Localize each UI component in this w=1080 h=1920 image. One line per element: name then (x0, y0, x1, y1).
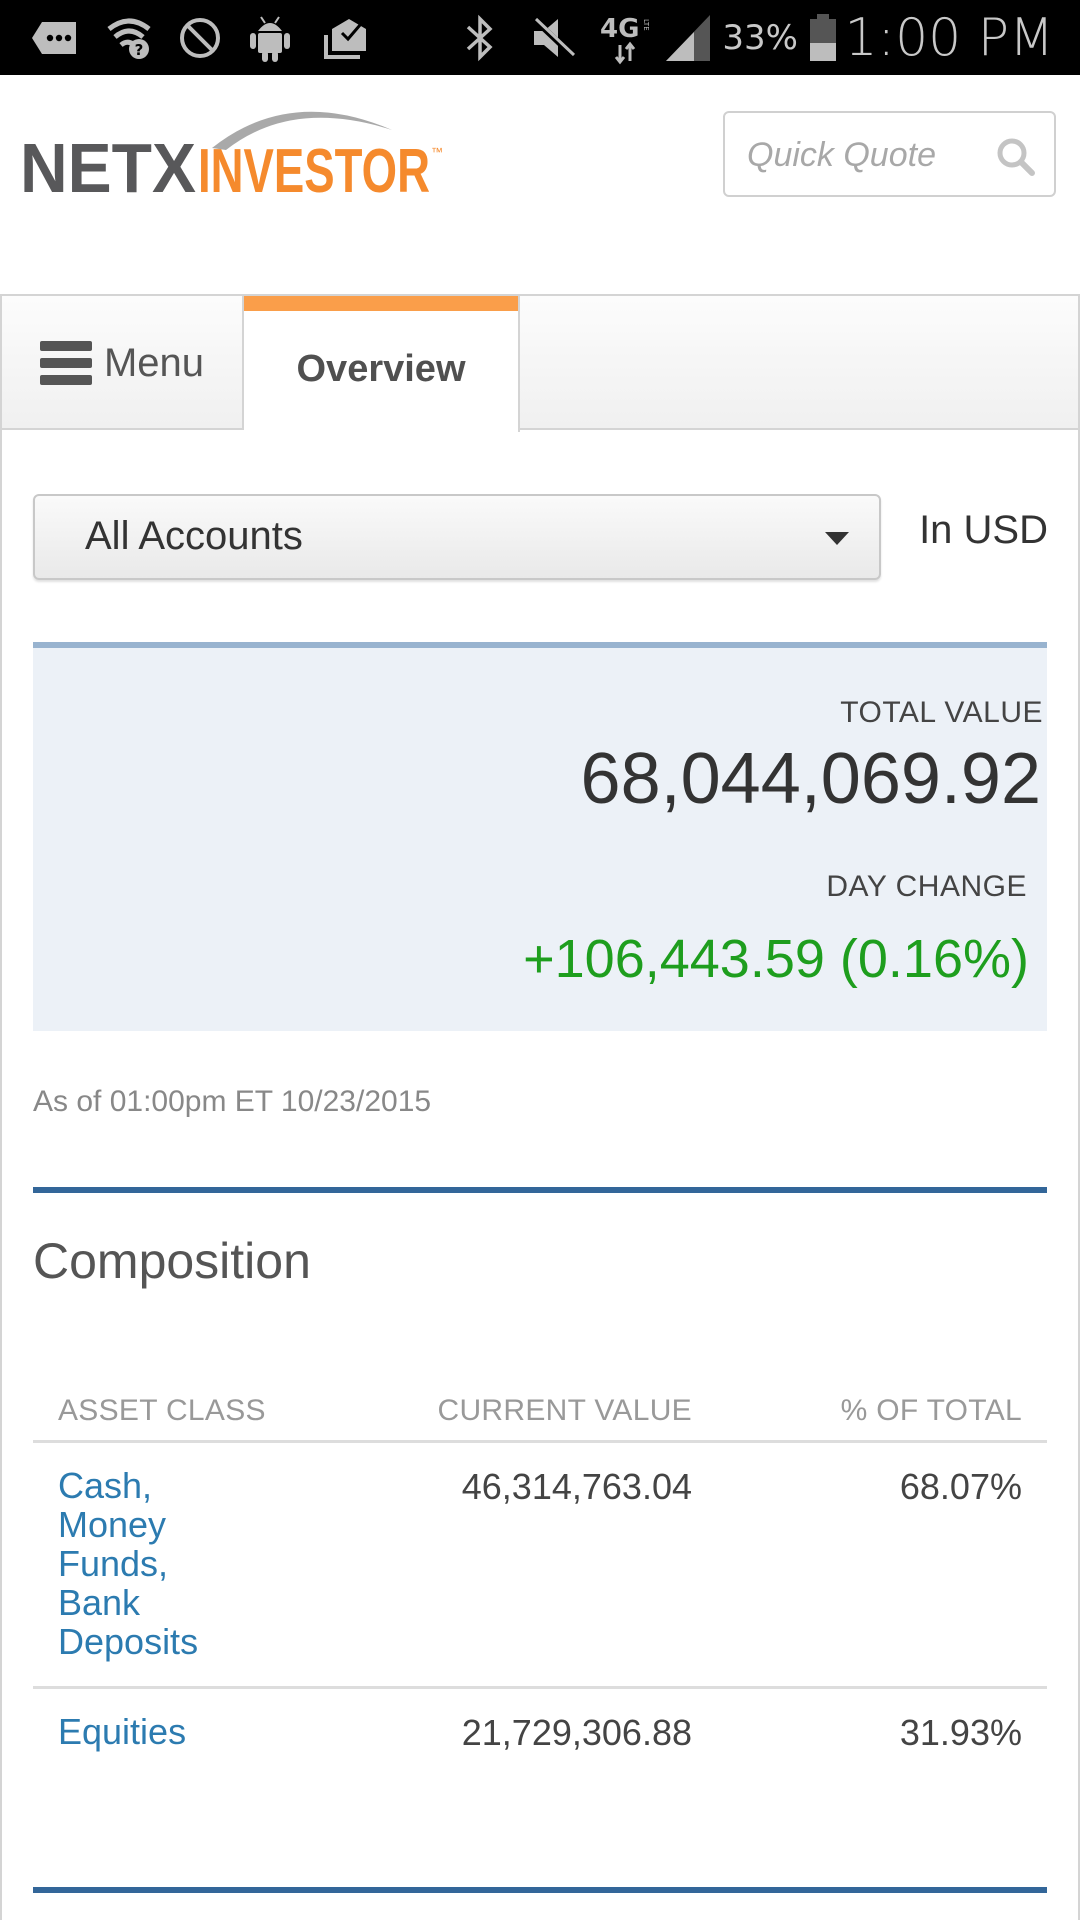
more-notifications-icon (30, 0, 80, 75)
account-select[interactable]: All Accounts (33, 494, 881, 580)
currency-label: In USD (919, 508, 1048, 552)
as-of-timestamp: As of 01:00pm ET 10/23/2015 (33, 1085, 432, 1118)
logo-investor: INVESTOR (198, 137, 430, 199)
tab-overview[interactable]: Overview (244, 296, 520, 432)
asset-class-link-cash[interactable]: Cash, Money Funds, Bank Deposits (58, 1466, 258, 1661)
table-row-divider (33, 1686, 1047, 1689)
pct-of-total-equities: 31.93% (899, 1712, 1022, 1753)
section-divider (33, 1187, 1047, 1193)
current-value-equities: 21,729,306.88 (461, 1712, 692, 1753)
section-divider-bottom (33, 1887, 1047, 1893)
hamburger-icon (39, 341, 92, 385)
column-header-pct-of-total: % OF TOTAL (840, 1394, 1022, 1427)
day-change-label: DAY CHANGE (826, 870, 1027, 903)
pct-of-total-cash: 68.07% (899, 1466, 1022, 1507)
svg-text:?: ? (135, 41, 144, 59)
netx-investor-logo[interactable]: NETX INVESTOR ™ (20, 104, 450, 207)
column-header-asset-class: ASSET CLASS (58, 1394, 266, 1427)
mail-check-icon (322, 0, 368, 75)
quick-quote-search[interactable] (723, 111, 1056, 197)
asset-class-link-equities[interactable]: Equities (58, 1712, 258, 1751)
svg-text:LTE: LTE (642, 19, 650, 31)
chevron-down-icon (825, 532, 849, 545)
logo-netx: NETX (20, 129, 196, 199)
current-value-cash: 46,314,763.04 (461, 1466, 692, 1507)
total-value: 68,044,069.92 (580, 739, 1041, 819)
status-bar: ? 4G LTE 33% 1:00 PM (0, 0, 1080, 75)
logo-tm: ™ (431, 145, 443, 159)
bluetooth-icon (462, 0, 498, 75)
portfolio-summary: TOTAL VALUE 68,044,069.92 DAY CHANGE +10… (33, 642, 1047, 1031)
tab-overview-label: Overview (296, 348, 466, 390)
column-header-current-value: CURRENT VALUE (437, 1394, 692, 1427)
do-not-disturb-icon (178, 0, 222, 75)
account-select-value: All Accounts (85, 514, 303, 558)
day-change-value: +106,443.59 (0.16%) (523, 929, 1029, 989)
battery-percent: 33% (722, 17, 798, 58)
search-icon[interactable] (996, 137, 1036, 177)
active-tab-indicator (244, 296, 518, 311)
menu-label: Menu (103, 340, 205, 385)
svg-text:4G: 4G (600, 14, 639, 44)
signal-icon (664, 0, 712, 75)
battery-icon (808, 0, 838, 75)
table-header-divider (33, 1440, 1047, 1443)
wifi-unknown-icon: ? (105, 0, 153, 75)
composition-title: Composition (33, 1233, 311, 1289)
4g-lte-icon: 4G LTE (600, 0, 652, 75)
quick-quote-input[interactable] (745, 113, 989, 197)
total-value-label: TOTAL VALUE (840, 696, 1043, 729)
status-time: 1:00 PM (844, 7, 1054, 68)
menu-button[interactable]: Menu (2, 296, 244, 430)
android-icon (248, 0, 292, 75)
mute-icon (530, 0, 578, 75)
